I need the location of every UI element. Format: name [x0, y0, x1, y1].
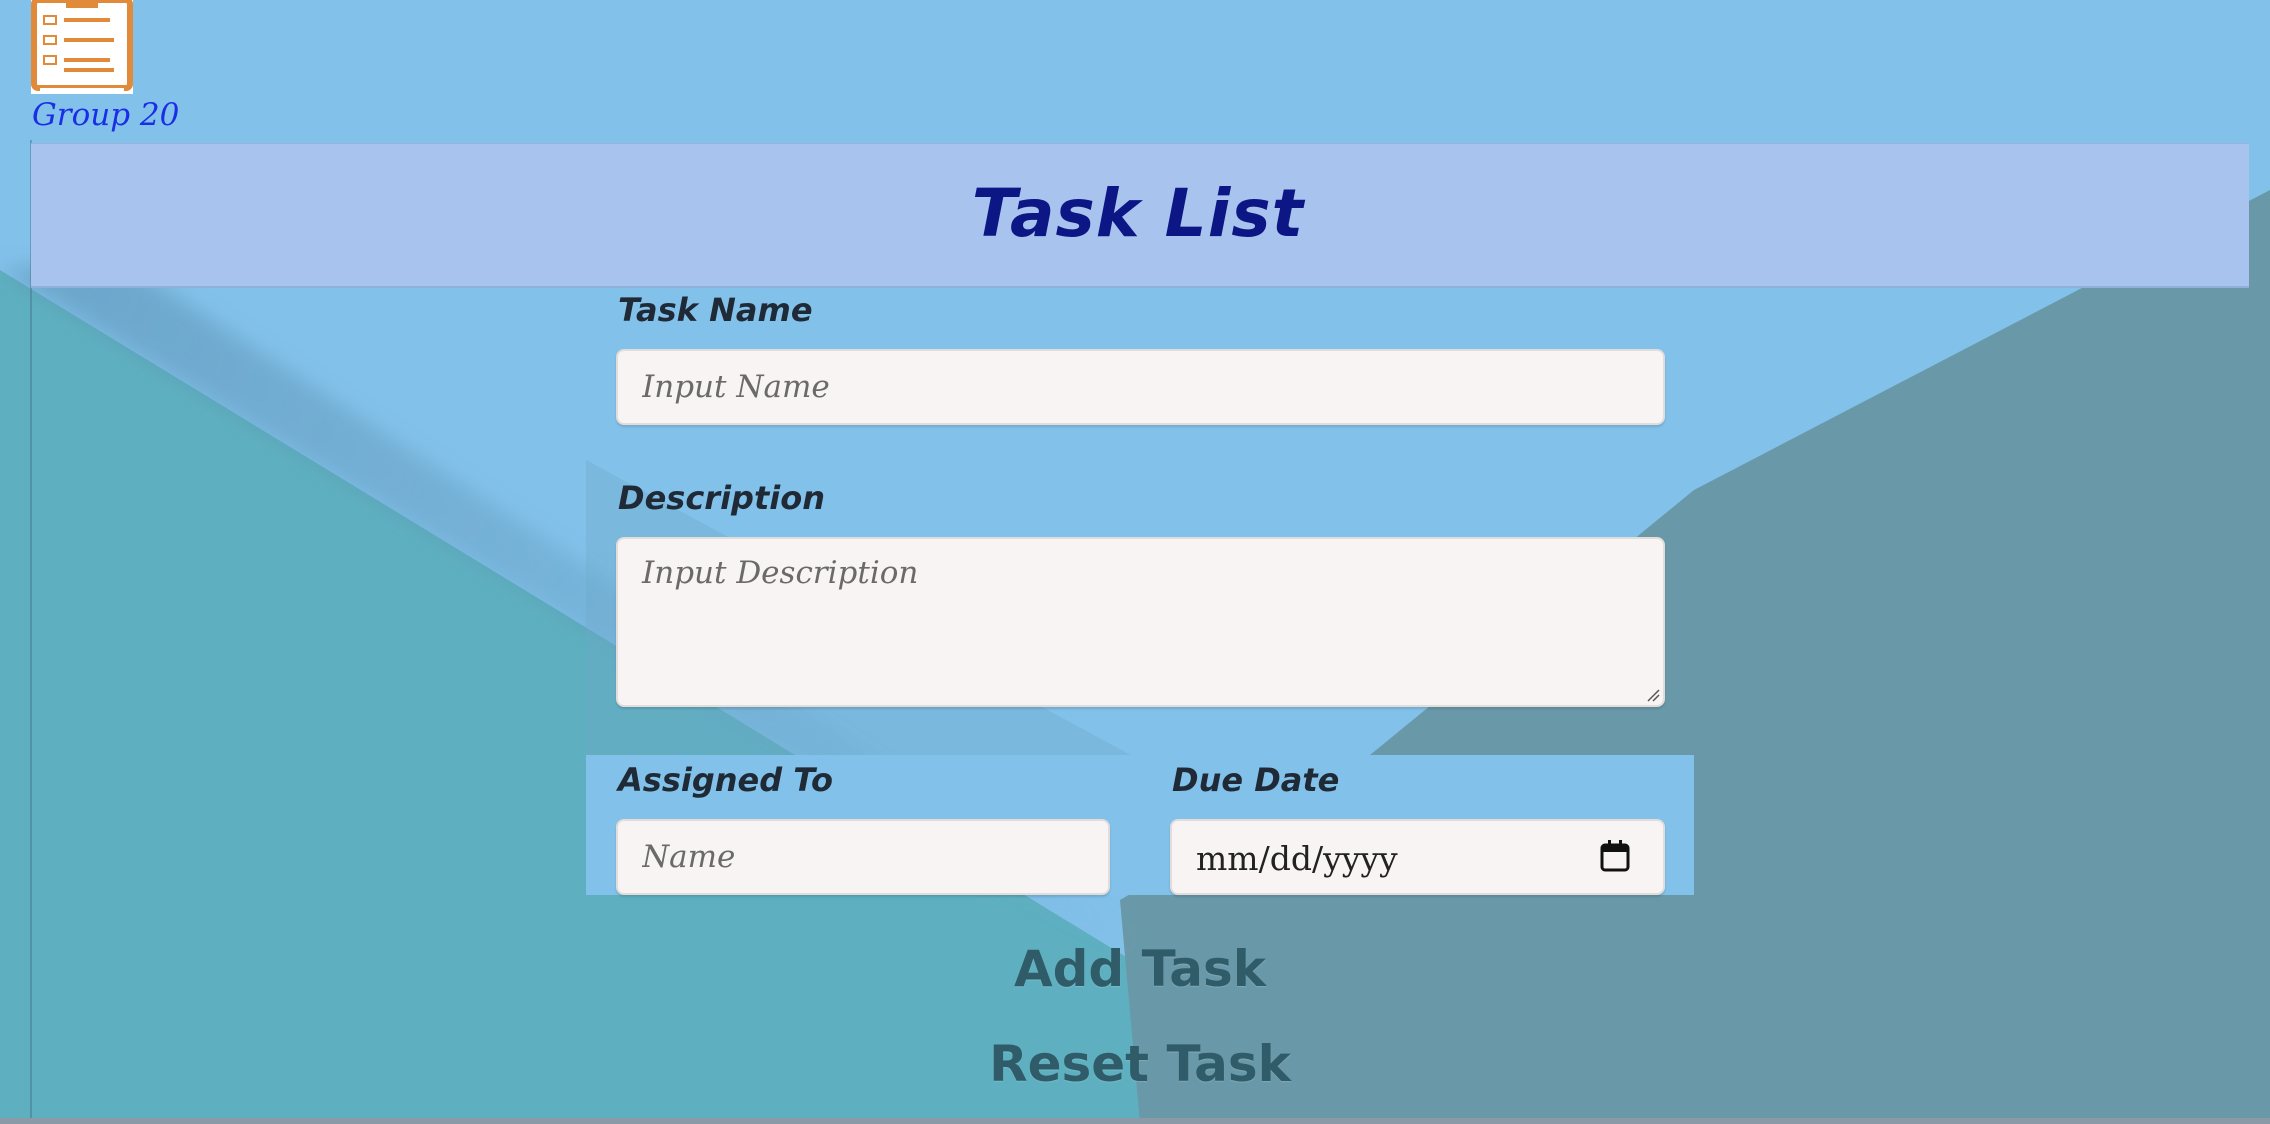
reset-task-button[interactable]: Reset Task [586, 1038, 1694, 1090]
assigned-to-label: Assigned To [618, 761, 833, 799]
description-textarea[interactable] [616, 537, 1665, 707]
assigned-to-input[interactable] [616, 819, 1110, 895]
bottom-border-line [0, 1118, 2270, 1124]
clipboard-checklist-icon [31, 0, 133, 94]
add-task-button[interactable]: Add Task [586, 943, 1694, 995]
calendar-icon[interactable] [1599, 839, 1631, 873]
task-name-input[interactable] [616, 349, 1665, 425]
page-title: Task List [971, 174, 1305, 252]
resize-grip-icon[interactable] [1646, 688, 1660, 702]
header-banner: Task List [31, 143, 2249, 288]
group-label: Group 20 [32, 97, 180, 133]
description-label: Description [618, 479, 825, 517]
task-name-label: Task Name [618, 291, 813, 329]
due-date-placeholder: mm/dd/yyyy [1196, 839, 1398, 878]
due-date-label: Due Date [1172, 761, 1340, 799]
task-list-page: Group 20 Task List Task Name Description… [0, 0, 2270, 1124]
